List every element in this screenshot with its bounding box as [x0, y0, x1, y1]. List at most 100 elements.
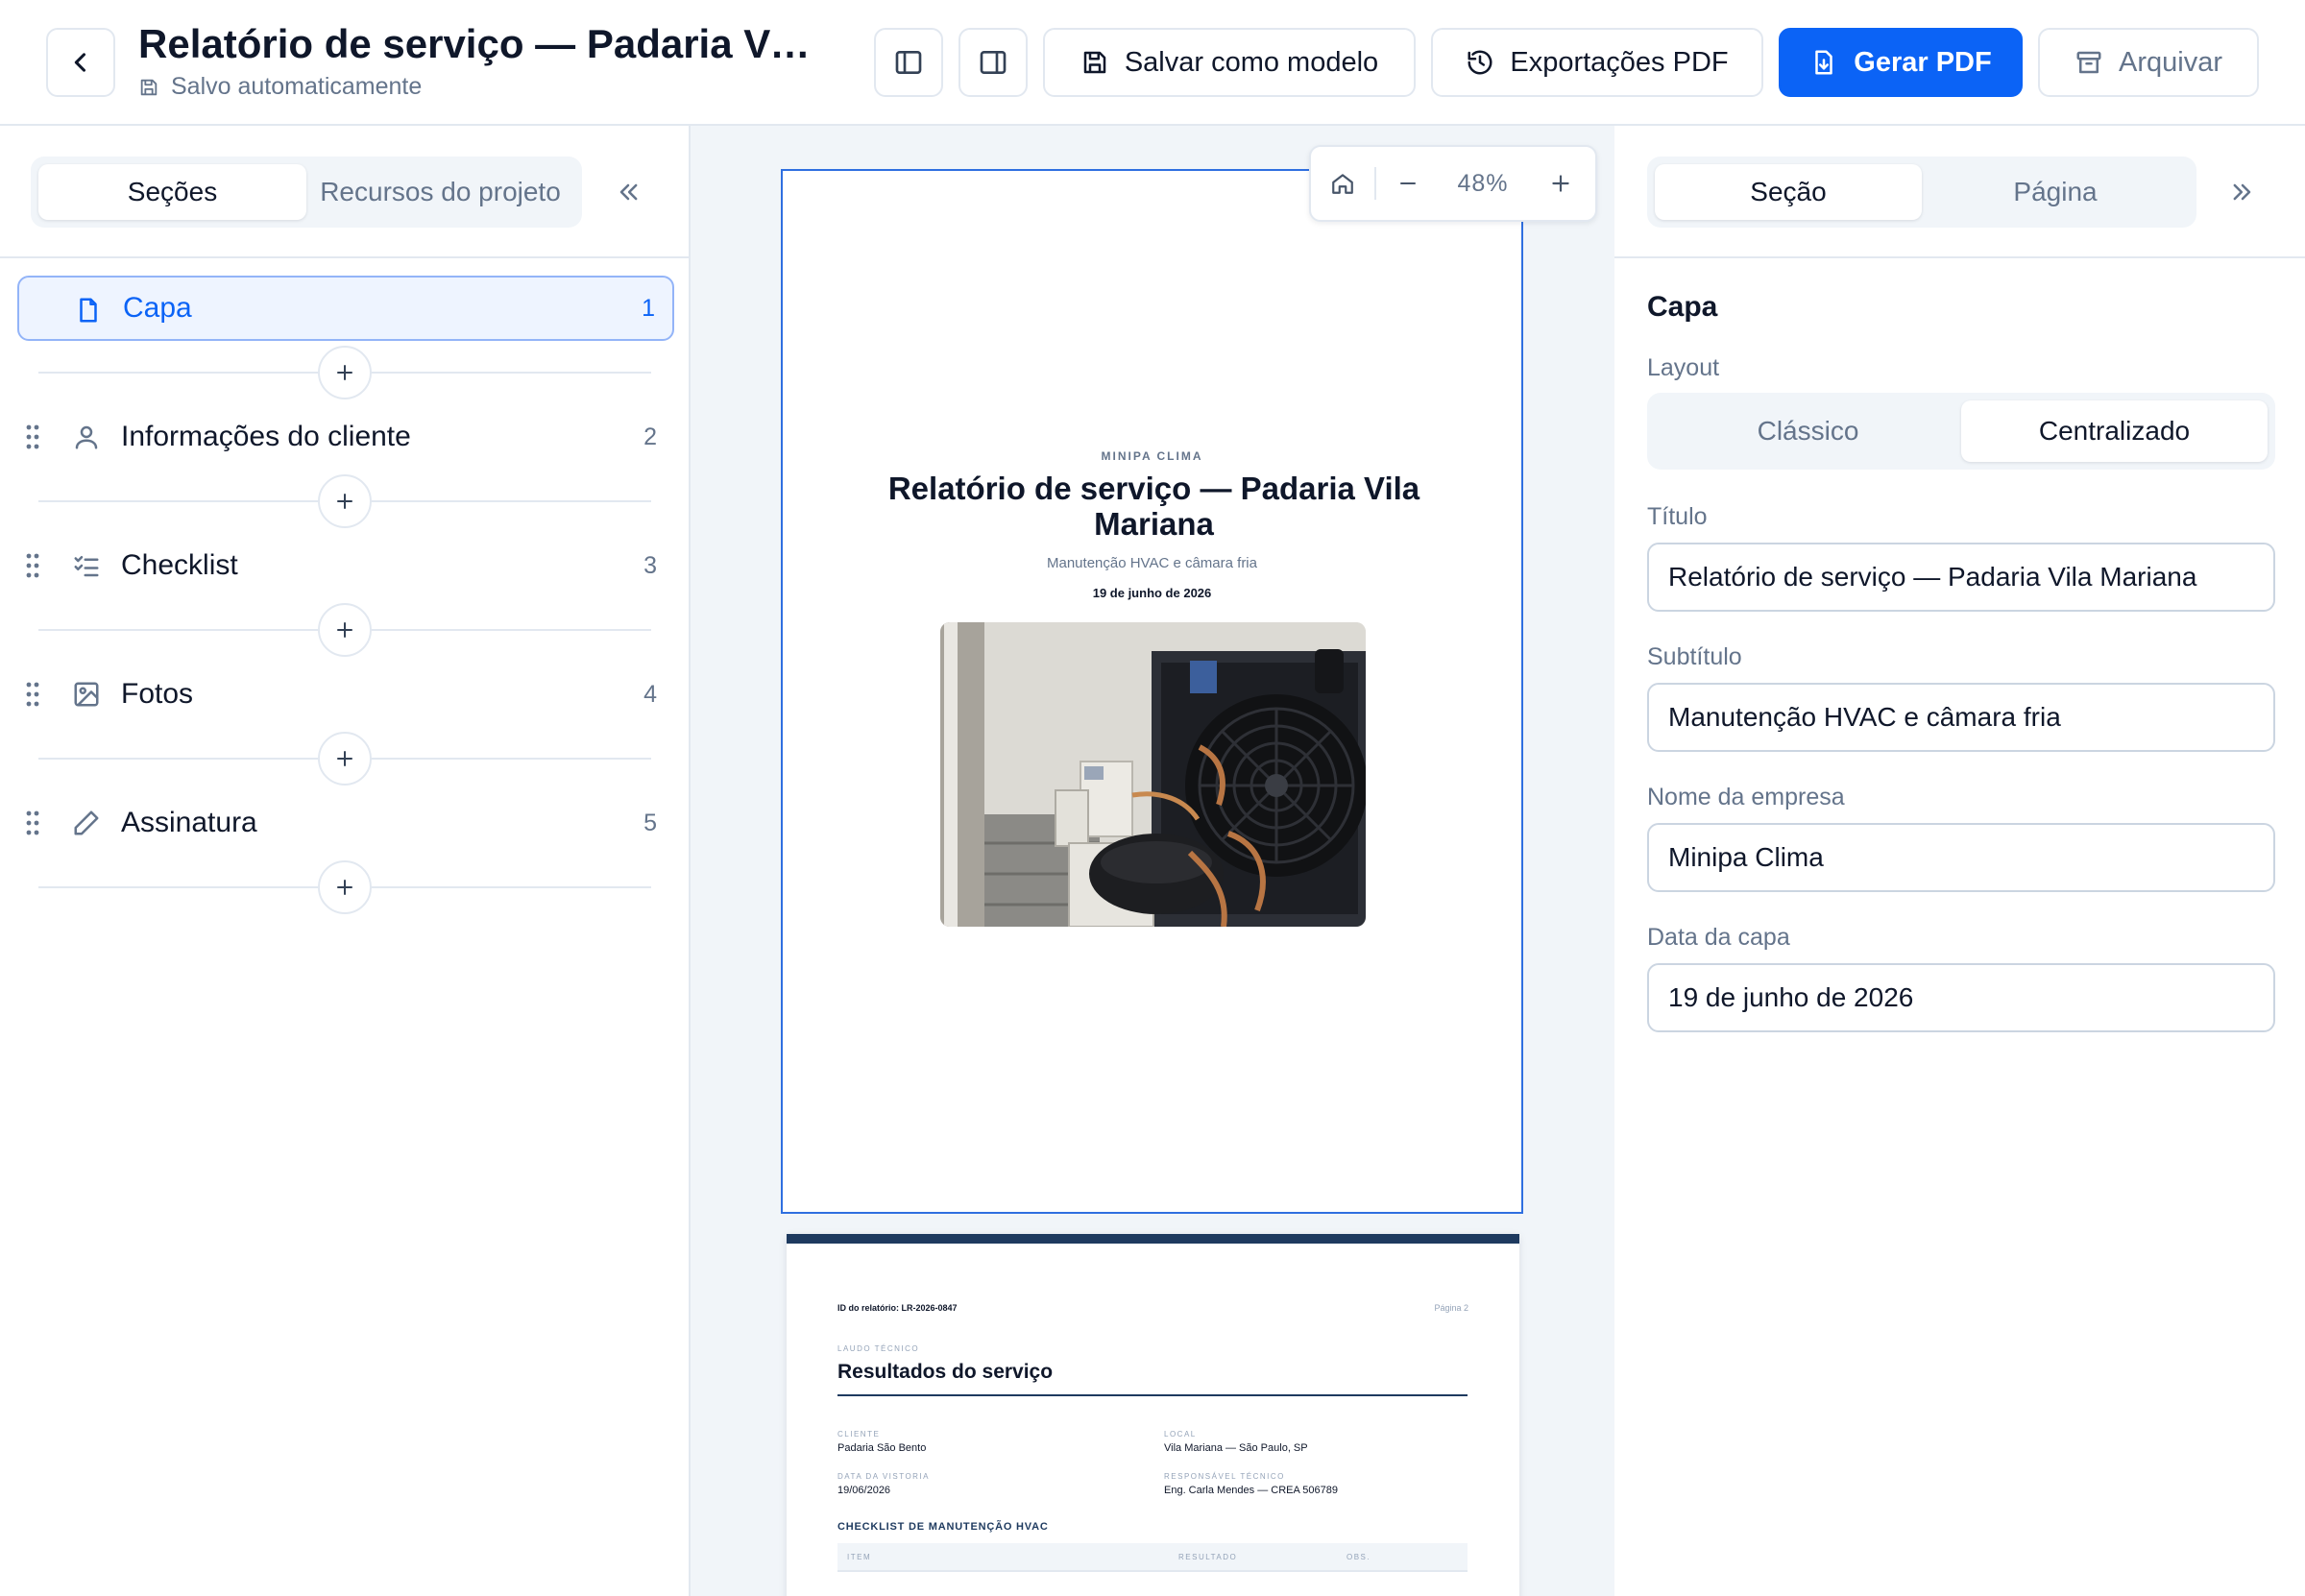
cover-photo — [940, 622, 1366, 927]
divider — [1614, 256, 2305, 258]
section-item-signature[interactable]: Assinatura 5 — [17, 790, 674, 856]
zoom-value: 48% — [1457, 169, 1509, 197]
add-section-button[interactable] — [318, 346, 372, 399]
pdf-exports-label: Exportações PDF — [1510, 46, 1729, 78]
cover-title: Relatório de serviço — Padaria Vila Mari… — [887, 471, 1420, 542]
document-title[interactable]: Relatório de serviço — Padaria Vila Mari… — [138, 21, 820, 67]
divider — [0, 256, 689, 258]
section-item-photos[interactable]: Fotos 4 — [17, 662, 674, 727]
toggle-right-panel-button[interactable] — [958, 28, 1028, 97]
section-label: Capa — [123, 292, 192, 324]
client-value: Padaria São Bento — [837, 1442, 927, 1454]
plus-icon — [337, 622, 352, 638]
tab-sections[interactable]: Seções — [38, 164, 306, 220]
archive-icon — [2076, 51, 2101, 74]
save-icon — [140, 79, 158, 95]
user-icon — [69, 420, 104, 454]
tab-section[interactable]: Seção — [1655, 164, 1922, 220]
plus-icon — [1552, 175, 1569, 192]
preview-canvas[interactable]: MINIPA CLIMA Relatório de serviço — Pada… — [691, 126, 1614, 1596]
section-item-checklist[interactable]: Checklist 3 — [17, 533, 674, 598]
save-icon — [1083, 51, 1106, 74]
plus-icon — [337, 751, 352, 766]
add-section-row — [38, 732, 651, 786]
checklist-table-header: ITEM RESULTADO OBS. — [837, 1543, 1468, 1572]
plus-icon — [337, 365, 352, 380]
cover-date-field[interactable]: 19 de junho de 2026 — [1647, 963, 2275, 1032]
layout-option-centered[interactable]: Centralizado — [1961, 400, 2268, 462]
layout-label: Layout — [1647, 354, 1720, 381]
technician-value: Eng. Carla Mendes — CREA 506789 — [1164, 1485, 1338, 1496]
subtitle-field[interactable]: Manutenção HVAC e câmara fria — [1647, 683, 2275, 752]
section-number: 2 — [643, 423, 657, 450]
add-section-button[interactable] — [318, 474, 372, 528]
fit-page-button[interactable] — [1311, 147, 1374, 220]
zoom-out-button[interactable] — [1376, 147, 1440, 220]
checklist-title: CHECKLIST DE MANUTENÇÃO HVAC — [837, 1521, 1049, 1533]
zoom-in-button[interactable] — [1526, 147, 1595, 220]
plus-icon — [337, 880, 352, 895]
add-section-button[interactable] — [318, 860, 372, 914]
drag-handle-icon[interactable] — [25, 681, 40, 708]
file-download-icon — [1815, 50, 1833, 75]
pencil-icon — [69, 806, 104, 840]
heading-rule — [837, 1394, 1468, 1396]
back-button[interactable] — [46, 28, 115, 97]
client-label: CLIENTE — [837, 1430, 881, 1439]
cover-date-label: Data da capa — [1647, 924, 1790, 951]
pdf-exports-button[interactable]: Exportações PDF — [1431, 28, 1763, 97]
image-icon — [69, 677, 104, 712]
sections-panel: Seções Recursos do projeto Capa 1 Inform… — [0, 126, 691, 1596]
company-name-field[interactable]: Minipa Clima — [1647, 823, 2275, 892]
company-name-label: Nome da empresa — [1647, 784, 1845, 810]
tab-project-resources[interactable]: Recursos do projeto — [306, 164, 574, 220]
plus-icon — [337, 494, 352, 509]
col-result: RESULTADO — [1178, 1553, 1238, 1561]
collapse-left-button[interactable] — [605, 169, 651, 215]
toggle-left-panel-button[interactable] — [874, 28, 943, 97]
section-number: 3 — [643, 551, 657, 579]
layout-option-classic[interactable]: Clássico — [1655, 400, 1961, 462]
save-template-button[interactable]: Salvar como modelo — [1043, 28, 1416, 97]
drag-handle-icon[interactable] — [25, 810, 40, 836]
cover-subtitle: Manutenção HVAC e câmara fria — [1047, 555, 1257, 571]
subtitle-label: Subtítulo — [1647, 643, 1742, 670]
archive-button[interactable]: Arquivar — [2038, 28, 2259, 97]
drag-handle-icon[interactable] — [25, 552, 40, 579]
cover-company: MINIPA CLIMA — [1101, 449, 1203, 463]
file-icon — [71, 293, 106, 327]
minus-icon — [1400, 182, 1416, 184]
results-heading: Resultados do serviço — [837, 1361, 1054, 1383]
cover-page-preview[interactable]: MINIPA CLIMA Relatório de serviço — Pada… — [781, 169, 1523, 1214]
tab-page[interactable]: Página — [1922, 164, 2189, 220]
generate-pdf-label: Gerar PDF — [1854, 46, 1992, 78]
archive-label: Arquivar — [2119, 46, 2222, 78]
report-kicker: LAUDO TÉCNICO — [837, 1344, 920, 1353]
add-section-button[interactable] — [318, 732, 372, 786]
chevron-left-icon — [74, 53, 86, 72]
section-item-capa[interactable]: Capa 1 — [17, 276, 674, 341]
checklist-icon — [69, 548, 104, 583]
right-tab-switch: Seção Página — [1647, 157, 2196, 228]
save-template-label: Salvar como modelo — [1124, 46, 1379, 78]
section-item-client-info[interactable]: Informações do cliente 2 — [17, 404, 674, 470]
local-label: LOCAL — [1164, 1430, 1197, 1439]
page-number: Página 2 — [1434, 1303, 1468, 1313]
add-section-button[interactable] — [318, 603, 372, 657]
generate-pdf-button[interactable]: Gerar PDF — [1779, 28, 2023, 97]
section-heading: Capa — [1647, 291, 1718, 323]
page-header-band — [787, 1234, 1519, 1244]
title-field[interactable]: Relatório de serviço — Padaria Vila Mari… — [1647, 543, 2275, 612]
zoom-controls: 48% — [1309, 145, 1597, 222]
drag-handle-icon[interactable] — [25, 423, 40, 450]
section-label: Assinatura — [121, 807, 257, 838]
section-number: 4 — [643, 680, 657, 708]
autosave-label: Salvo automaticamente — [171, 73, 423, 100]
add-section-row — [38, 860, 651, 914]
results-page-preview[interactable]: ID do relatório: LR-2026-0847 Página 2 L… — [787, 1234, 1519, 1596]
collapse-right-button[interactable] — [2220, 169, 2266, 215]
properties-panel: Seção Página Capa Layout Clássico Centra… — [1614, 126, 2305, 1596]
chevrons-right-icon — [2233, 183, 2251, 201]
section-label: Informações do cliente — [121, 421, 411, 452]
report-id: ID do relatório: LR-2026-0847 — [837, 1303, 958, 1313]
